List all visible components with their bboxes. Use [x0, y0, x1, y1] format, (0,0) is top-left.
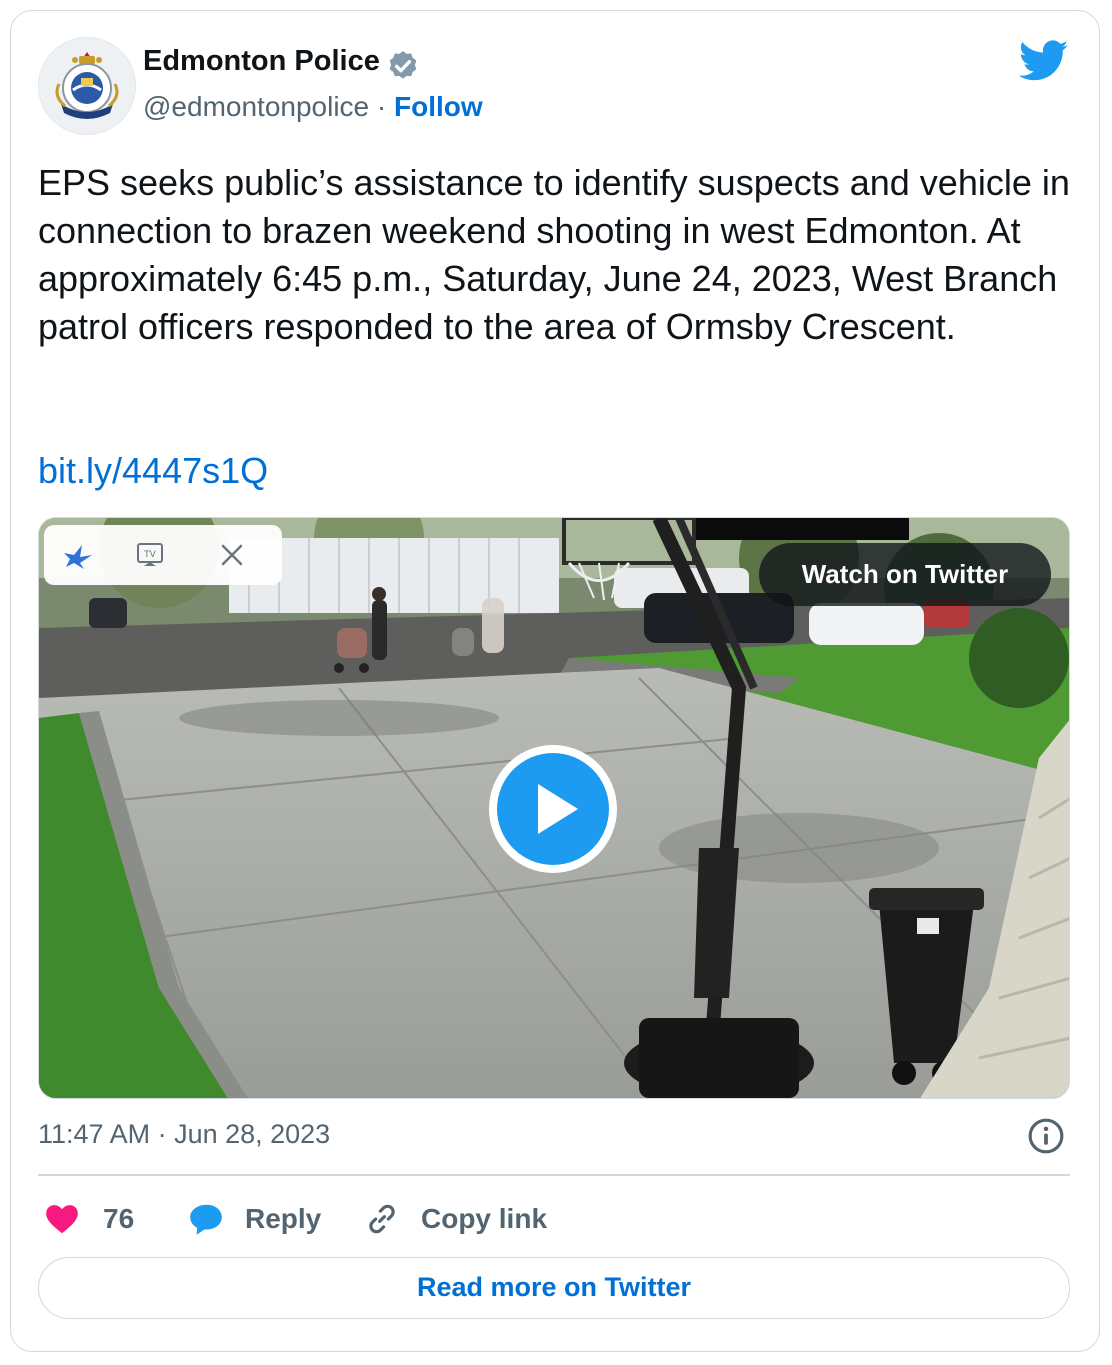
link-icon	[369, 1204, 395, 1234]
tv-icon[interactable]: TV	[130, 535, 170, 575]
police-crest-logo	[39, 38, 135, 134]
reply-button[interactable]: Reply	[187, 1197, 321, 1241]
author-handle[interactable]: @edmontonpolice	[143, 91, 369, 122]
tweet-link[interactable]: bit.ly/4447s1Q	[38, 447, 268, 495]
video-player[interactable]: TV Watch on Twitter	[38, 517, 1070, 1099]
handle-separator: ·	[376, 91, 387, 122]
tweet-text: EPS seeks public’s assistance to identif…	[38, 162, 1070, 347]
author-handle-row: @edmontonpolice · Follow	[143, 91, 483, 123]
copy-link-label: Copy link	[421, 1203, 548, 1234]
bird-icon[interactable]	[58, 535, 98, 575]
like-count: 76	[103, 1203, 135, 1234]
verified-badge-icon	[389, 51, 417, 79]
close-icon[interactable]	[212, 535, 252, 575]
pip-toolbar: TV	[44, 525, 282, 585]
tweet-embed-card: Edmonton Police @edmontonpolice · Follow…	[10, 10, 1100, 1352]
svg-text:TV: TV	[143, 550, 156, 560]
reply-label: Reply	[245, 1203, 322, 1234]
author-display-name[interactable]: Edmonton Police	[143, 45, 380, 78]
reply-icon	[190, 1204, 222, 1235]
heart-icon	[46, 1205, 78, 1234]
like-button[interactable]: 76	[43, 1197, 134, 1241]
divider	[38, 1174, 1070, 1176]
author-avatar[interactable]	[38, 37, 136, 135]
play-icon[interactable]	[486, 742, 620, 876]
tweet-timestamp[interactable]: 11:47 AM · Jun 28, 2023	[38, 1119, 330, 1150]
read-more-button[interactable]: Read more on Twitter	[38, 1257, 1070, 1319]
twitter-bird-icon[interactable]	[1019, 39, 1069, 83]
follow-link[interactable]: Follow	[394, 91, 483, 122]
copy-link-button[interactable]: Copy link	[363, 1197, 547, 1241]
info-icon[interactable]	[1027, 1117, 1065, 1155]
watch-on-twitter-button[interactable]: Watch on Twitter	[759, 543, 1051, 606]
